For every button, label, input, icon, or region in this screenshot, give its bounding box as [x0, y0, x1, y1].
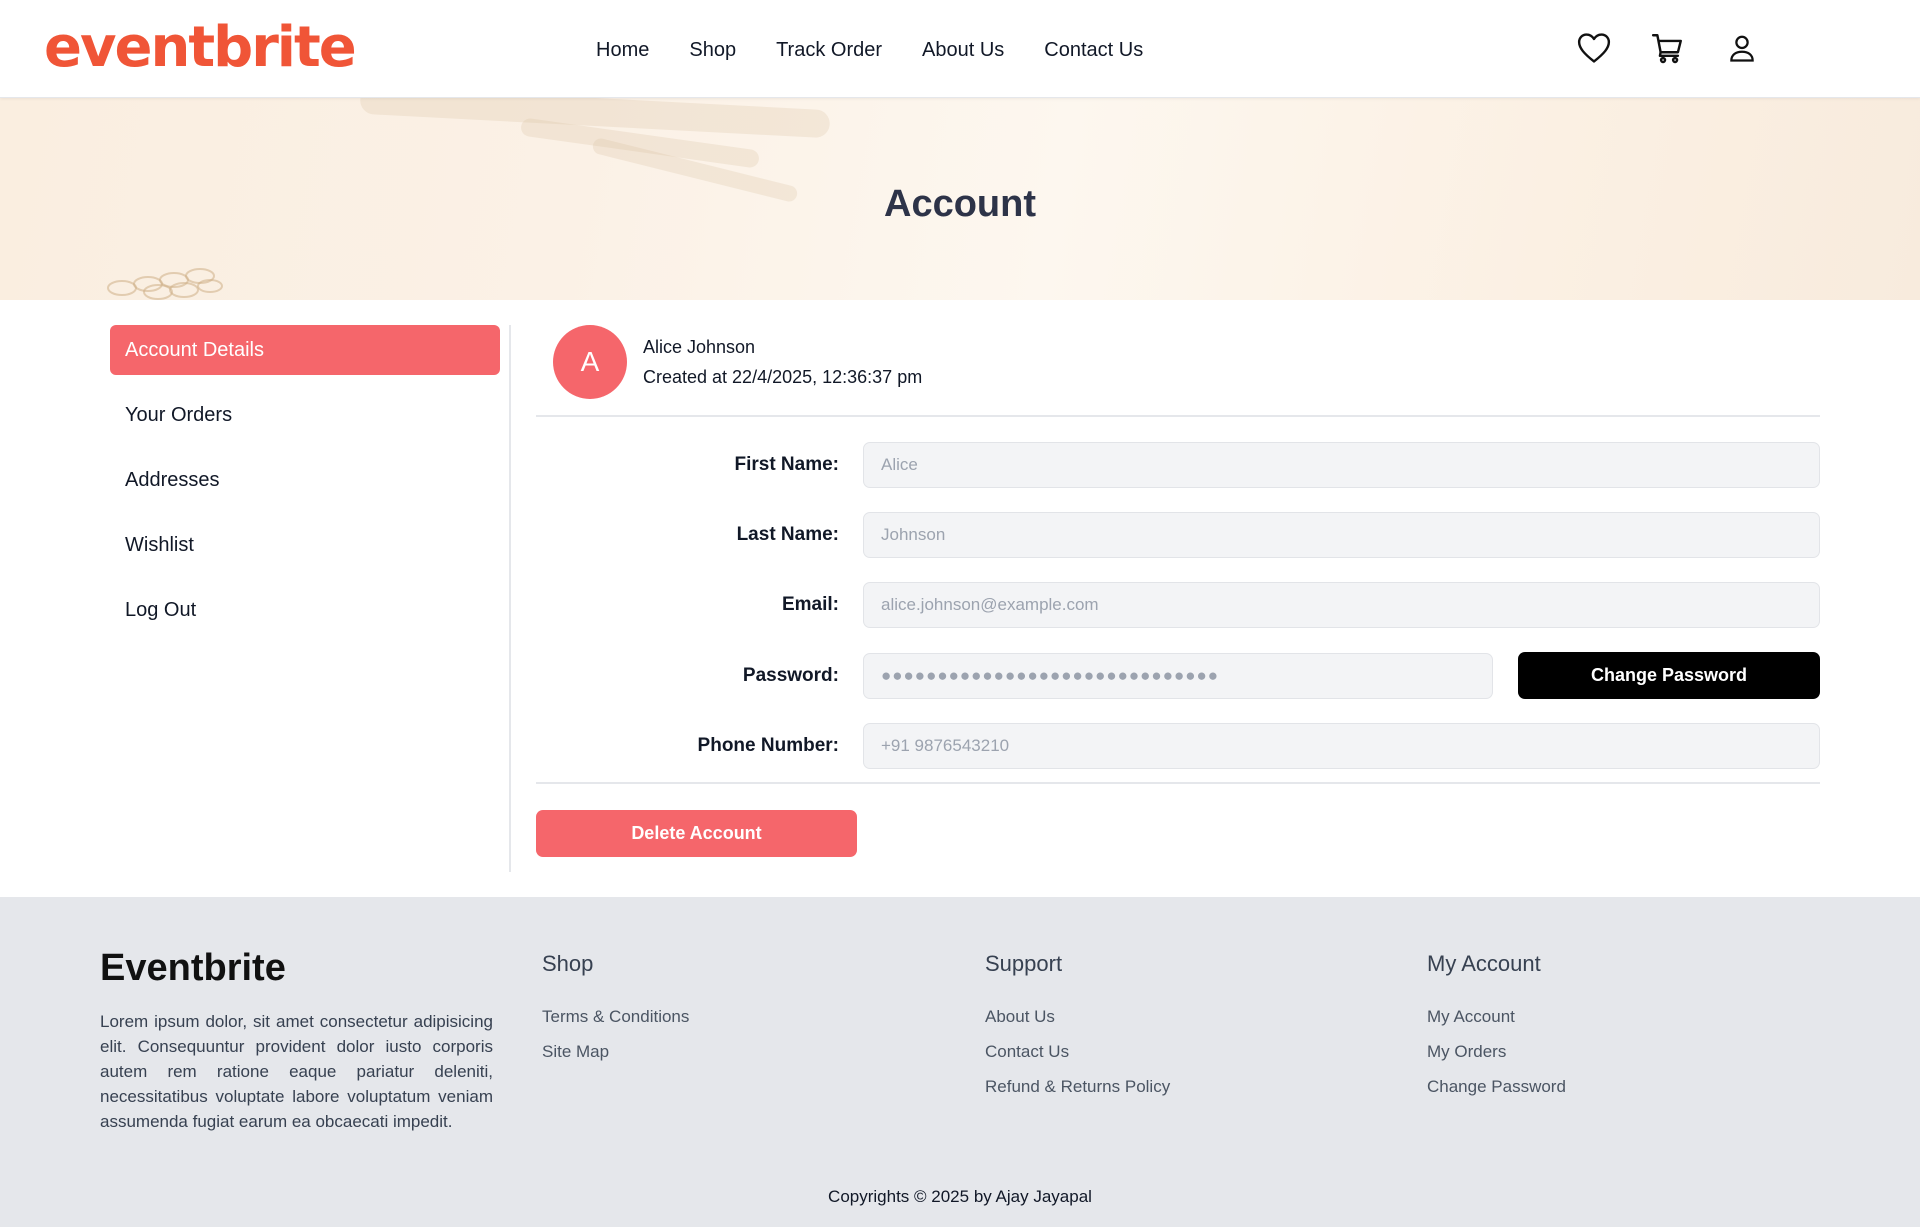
password-label: Password: — [742, 665, 839, 686]
sidebar-item-account-details[interactable]: Account Details — [110, 325, 500, 375]
password-row: Password: ●●●●●●●●●●●●●●●●●●●●●●●●●●●●●●… — [536, 652, 1820, 699]
footer-link-my-orders[interactable]: My Orders — [1427, 1034, 1566, 1069]
footer-brand: Eventbrite — [100, 947, 286, 989]
last-name-label: Last Name: — [736, 524, 839, 545]
footer-link-site-map[interactable]: Site Map — [542, 1034, 689, 1069]
sidebar-divider — [509, 325, 511, 872]
site-header: eventbrite Home Shop Track Order About U… — [0, 0, 1920, 98]
nav-contact-us[interactable]: Contact Us — [1044, 34, 1143, 66]
avatar: A — [553, 325, 627, 399]
footer-column-title: Support — [985, 951, 1063, 976]
divider — [536, 782, 1820, 784]
phone-label: Phone Number: — [697, 735, 839, 756]
last-name-row: Last Name: Johnson — [536, 512, 1820, 558]
footer-link-change-password[interactable]: Change Password — [1427, 1069, 1566, 1104]
site-footer: Eventbrite Lorem ipsum dolor, sit amet c… — [0, 897, 1920, 1227]
footer-description: Lorem ipsum dolor, sit amet consectetur … — [100, 1012, 493, 1131]
email-field[interactable]: alice.johnson@example.com — [863, 582, 1820, 628]
nav-home[interactable]: Home — [596, 34, 649, 66]
sidebar-item-addresses[interactable]: Addresses — [110, 455, 500, 505]
copyright-text: Copyrights © 2025 by Ajay Jayapal — [828, 1187, 1092, 1206]
footer-column-title: Shop — [542, 951, 594, 976]
footer-link-terms[interactable]: Terms & Conditions — [542, 999, 689, 1034]
cart-icon[interactable] — [1650, 28, 1686, 68]
first-name-field[interactable]: Alice — [863, 442, 1820, 488]
phone-row: Phone Number: +91 9876543210 — [536, 723, 1820, 769]
email-row: Email: alice.johnson@example.com — [536, 582, 1820, 628]
account-sidebar: Account Details Your Orders Addresses Wi… — [110, 325, 500, 650]
heart-icon[interactable] — [1576, 28, 1612, 68]
footer-column-my-account: My Account My Account My Orders Change P… — [1427, 949, 1566, 1104]
honeycomb-decoration — [107, 268, 223, 300]
nav-track-order[interactable]: Track Order — [776, 34, 882, 66]
profile-created-date: Created at 22/4/2025, 12:36:37 pm — [643, 367, 923, 387]
nav-about-us[interactable]: About Us — [922, 34, 1004, 66]
account-details-panel: A Alice Johnson Created at 22/4/2025, 12… — [536, 325, 1820, 857]
header-icons — [1576, 28, 1798, 68]
user-icon[interactable] — [1724, 28, 1760, 68]
footer-column-support: Support About Us Contact Us Refund & Ret… — [985, 949, 1170, 1104]
brand-logo[interactable]: eventbrite — [44, 12, 357, 84]
footer-link-my-account[interactable]: My Account — [1427, 999, 1566, 1034]
page-title: Account — [884, 183, 1036, 225]
profile-summary: A Alice Johnson Created at 22/4/2025, 12… — [536, 325, 1820, 417]
profile-name: Alice Johnson — [643, 337, 756, 357]
change-password-button[interactable]: Change Password — [1518, 652, 1820, 699]
first-name-label: First Name: — [734, 454, 839, 475]
main-nav: Home Shop Track Order About Us Contact U… — [596, 34, 1183, 66]
footer-link-about-us[interactable]: About Us — [985, 999, 1170, 1034]
nav-shop[interactable]: Shop — [689, 34, 736, 66]
password-field[interactable]: ●●●●●●●●●●●●●●●●●●●●●●●●●●●●●● — [863, 653, 1493, 699]
divider — [536, 415, 1820, 417]
footer-link-refund-policy[interactable]: Refund & Returns Policy — [985, 1069, 1170, 1104]
footer-link-contact-us[interactable]: Contact Us — [985, 1034, 1170, 1069]
sidebar-item-your-orders[interactable]: Your Orders — [110, 390, 500, 440]
first-name-row: First Name: Alice — [536, 442, 1820, 488]
phone-field[interactable]: +91 9876543210 — [863, 723, 1820, 769]
footer-column-shop: Shop Terms & Conditions Site Map — [542, 949, 689, 1069]
footer-column-title: My Account — [1427, 951, 1541, 976]
email-label: Email: — [781, 594, 839, 615]
sidebar-item-log-out[interactable]: Log Out — [110, 585, 500, 635]
last-name-field[interactable]: Johnson — [863, 512, 1820, 558]
sidebar-item-wishlist[interactable]: Wishlist — [110, 520, 500, 570]
delete-account-button[interactable]: Delete Account — [536, 810, 857, 857]
